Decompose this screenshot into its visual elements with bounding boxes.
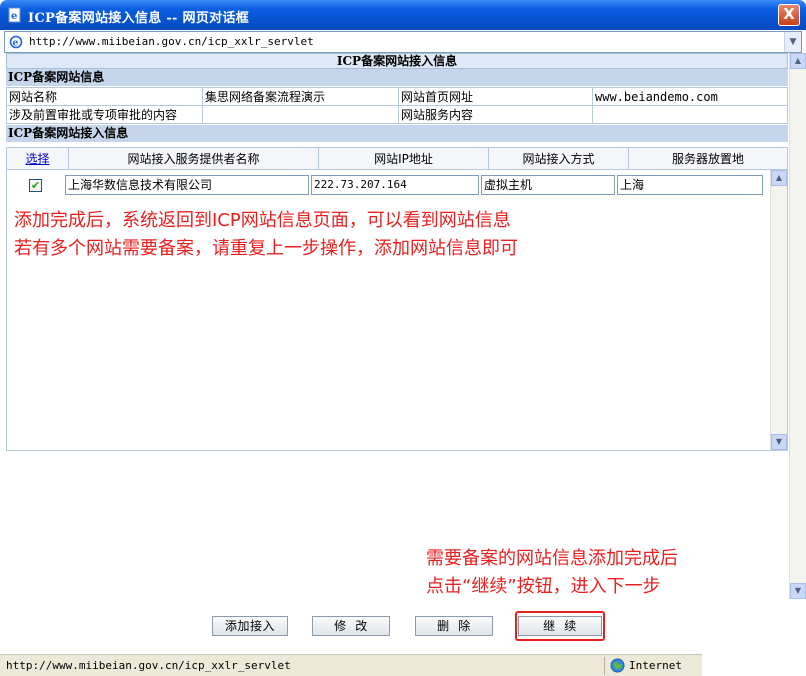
access-table-header: 选择 网站接入服务提供者名称 网站IP地址 网站接入方式 服务器放置地 (6, 147, 788, 170)
column-location: 服务器放置地 (628, 147, 788, 170)
site-info-table: 网站名称 集思网络备案流程演示 网站首页网址 www.beiandemo.com… (6, 87, 788, 124)
service-label: 网站服务内容 (398, 105, 593, 124)
security-zone: Internet (604, 657, 702, 675)
svg-text:e: e (11, 11, 17, 22)
ie-page-icon: e (8, 7, 21, 23)
scroll-up-icon[interactable]: ▲ (790, 53, 806, 69)
annotation-line-2: 若有多个网站需要备案，请重复上一步操作，添加网站信息即可 (14, 238, 518, 259)
approval-value (202, 105, 399, 124)
window-title: ICP备案网站接入信息 -- 网页对话框 (28, 11, 250, 26)
ie-icon: e (9, 35, 23, 49)
scroll-down-icon[interactable]: ▼ (790, 583, 806, 599)
continue-highlight-box (515, 611, 605, 641)
svg-text:e: e (13, 39, 19, 49)
dialog-content: ICP备案网站接入信息 ICP备案网站信息 网站名称 集思网络备案流程演示 网站… (4, 53, 802, 599)
annotation-line-1: 添加完成后，系统返回到ICP网站信息页面，可以看到网站信息 (14, 210, 511, 231)
annotation-line-3: 需要备案的网站信息添加完成后 (426, 548, 678, 569)
service-value (592, 105, 788, 124)
button-bar: 添加接入 修 改 删 除 继 续 (4, 599, 702, 652)
column-ip: 网站IP地址 (318, 147, 489, 170)
scroll-up-icon[interactable]: ▲ (771, 170, 787, 186)
site-name-label: 网站名称 (6, 87, 203, 106)
column-method: 网站接入方式 (488, 147, 629, 170)
provider-field[interactable]: 上海华数信息技术有限公司 (65, 175, 309, 195)
status-url: http://www.miibeian.gov.cn/icp_xxlr_serv… (6, 659, 291, 672)
page-title: ICP备案网站接入信息 (6, 53, 788, 69)
scroll-down-icon[interactable]: ▼ (771, 434, 787, 450)
row-checkbox[interactable]: ✔ (29, 179, 42, 192)
add-access-button[interactable]: 添加接入 (212, 616, 288, 636)
address-url: http://www.miibeian.gov.cn/icp_xxlr_serv… (29, 35, 314, 48)
annotation-line-4: 点击“继续”按钮，进入下一步 (426, 576, 661, 597)
access-info-header: ICP备案网站接入信息 (6, 125, 788, 142)
ip-field[interactable]: 222.73.207.164 (311, 175, 479, 195)
delete-button[interactable]: 删 除 (415, 616, 493, 636)
column-select[interactable]: 选择 (6, 147, 69, 170)
site-name-value: 集思网络备案流程演示 (202, 87, 399, 106)
chevron-down-icon[interactable]: ▼ (784, 32, 801, 52)
edit-button[interactable]: 修 改 (312, 616, 390, 636)
approval-label: 涉及前置审批或专项审批的内容 (6, 105, 203, 124)
site-info-header: ICP备案网站信息 (6, 69, 788, 86)
globe-icon (610, 658, 625, 673)
dialog-scrollbar[interactable]: ▲ ▼ (789, 53, 806, 599)
window-titlebar: e ICP备案网站接入信息 -- 网页对话框 X (0, 0, 806, 30)
table-scrollbar[interactable]: ▲ ▼ (770, 170, 787, 450)
close-button[interactable]: X (778, 4, 800, 26)
site-home-value: www.beiandemo.com (592, 87, 788, 106)
select-link[interactable]: 选择 (25, 152, 49, 166)
method-field[interactable]: 虚拟主机 (481, 175, 615, 195)
location-field[interactable]: 上海 (617, 175, 763, 195)
column-provider: 网站接入服务提供者名称 (68, 147, 319, 170)
zone-label: Internet (629, 659, 682, 672)
site-home-label: 网站首页网址 (398, 87, 593, 106)
address-bar[interactable]: e http://www.miibeian.gov.cn/icp_xxlr_se… (4, 31, 802, 53)
status-bar: http://www.miibeian.gov.cn/icp_xxlr_serv… (0, 654, 702, 676)
